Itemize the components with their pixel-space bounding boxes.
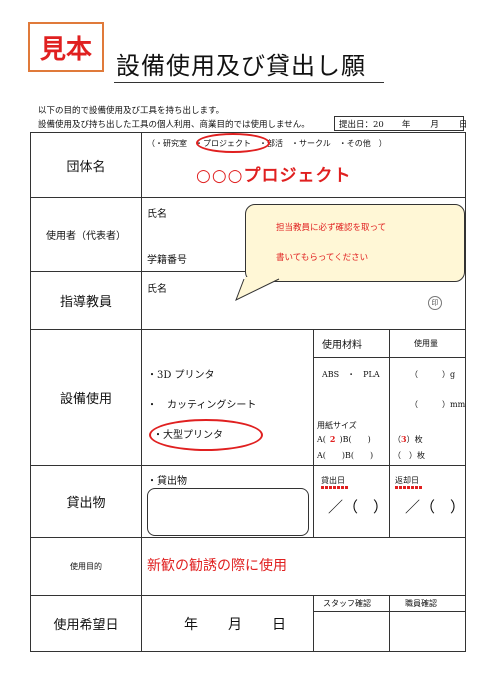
out-date-field[interactable]: ／（ ） bbox=[328, 496, 388, 517]
group-name-value[interactable]: ○○○プロジェクト bbox=[196, 161, 352, 186]
return-date-label: 返却日 bbox=[395, 476, 419, 485]
lending-item-field[interactable] bbox=[147, 488, 309, 536]
cell-divider bbox=[389, 329, 390, 537]
paper-a-value: 2 bbox=[329, 434, 336, 444]
user-name-label: 氏名 bbox=[147, 209, 167, 220]
paper-a-prefix: A( bbox=[317, 435, 326, 444]
equipment-item-cutting-sheet[interactable]: ・ カッティングシート bbox=[147, 396, 256, 411]
desired-date-month[interactable]: 月 bbox=[228, 614, 242, 634]
date-label: 提出日：20 bbox=[339, 119, 384, 130]
return-date-field[interactable]: ／（ ） bbox=[405, 496, 465, 517]
staff-member-check-label: 職員確認 bbox=[405, 599, 437, 608]
paper-a-suffix: )B( ) bbox=[339, 435, 371, 444]
bubble-line-1: 担当教員に必ず確認を取って bbox=[276, 223, 387, 233]
purpose-value[interactable]: 新歓の勧誘の際に使用 bbox=[147, 555, 287, 575]
amount-mm[interactable]: （ ）mm bbox=[410, 399, 465, 410]
sheet-count-row-1[interactable]: （3）枚 bbox=[393, 434, 423, 445]
material-header: 使用材料 bbox=[322, 340, 362, 351]
label-column-divider bbox=[141, 133, 142, 651]
out-date-label: 貸出日 bbox=[321, 476, 345, 485]
lending-label: 貸出物 bbox=[66, 495, 106, 511]
paper-size-row-1[interactable]: A(2)B( ) bbox=[317, 434, 371, 445]
intro-line-2: 設備使用及び持ち出した工具の個人利用、商業目的では使用しません。 bbox=[38, 120, 310, 130]
amount-grams[interactable]: （ ）g bbox=[410, 369, 455, 380]
date-day: 日 bbox=[458, 119, 468, 130]
count1-suffix: ）枚 bbox=[406, 435, 423, 444]
project-circle-mark bbox=[196, 133, 270, 153]
date-year: 年 bbox=[401, 119, 411, 130]
equipment-item-3d-printer[interactable]: ・3D プリンタ bbox=[147, 366, 215, 381]
large-printer-circle-mark bbox=[149, 419, 263, 451]
student-id-label: 学籍番号 bbox=[147, 255, 187, 266]
paper-size-label: 用紙サイズ bbox=[317, 421, 357, 430]
bubble-line-2: 書いてもらってください bbox=[276, 253, 369, 263]
title-underline bbox=[114, 82, 384, 83]
cell-divider bbox=[313, 329, 314, 537]
equipment-label: 設備使用 bbox=[59, 391, 112, 407]
intro-line-1: 以下の目的で設備使用及び工具を持ち出します。 bbox=[38, 106, 225, 116]
staff-check-label: スタッフ確認 bbox=[323, 599, 371, 608]
group-label: 団体名 bbox=[66, 159, 106, 175]
advisor-name-label: 氏名 bbox=[147, 284, 167, 295]
desired-date-day[interactable]: 日 bbox=[272, 614, 286, 634]
advisor-label: 指導教員 bbox=[59, 294, 112, 310]
user-label: 使用者（代表者） bbox=[46, 230, 126, 242]
purpose-label: 使用目的 bbox=[70, 561, 102, 571]
out-date-underline bbox=[321, 486, 349, 489]
cell-divider bbox=[389, 595, 390, 651]
count1-prefix: （ bbox=[393, 435, 401, 444]
seal-mark: 印 bbox=[428, 296, 442, 310]
amount-header: 使用量 bbox=[414, 339, 438, 348]
paper-size-row-2[interactable]: A( )B( ) bbox=[317, 450, 373, 461]
date-month: 月 bbox=[430, 119, 439, 130]
sample-stamp: 見本 bbox=[28, 22, 104, 72]
desired-date-label: 使用希望日 bbox=[53, 617, 119, 633]
submission-date-field[interactable]: 提出日：20 年 月 日 bbox=[334, 116, 467, 131]
page-title: 設備使用及び貸出し願 bbox=[116, 52, 366, 80]
sheet-count-row-2[interactable]: （ ）枚 bbox=[393, 450, 425, 461]
material-abs-pla[interactable]: ABS ・ PLA bbox=[322, 369, 380, 380]
return-date-underline bbox=[395, 486, 423, 489]
desired-date-year[interactable]: 年 bbox=[184, 614, 198, 634]
bubble-tail bbox=[235, 277, 280, 302]
cell-divider bbox=[313, 595, 314, 651]
lending-item-label: ・貸出物 bbox=[147, 476, 187, 487]
